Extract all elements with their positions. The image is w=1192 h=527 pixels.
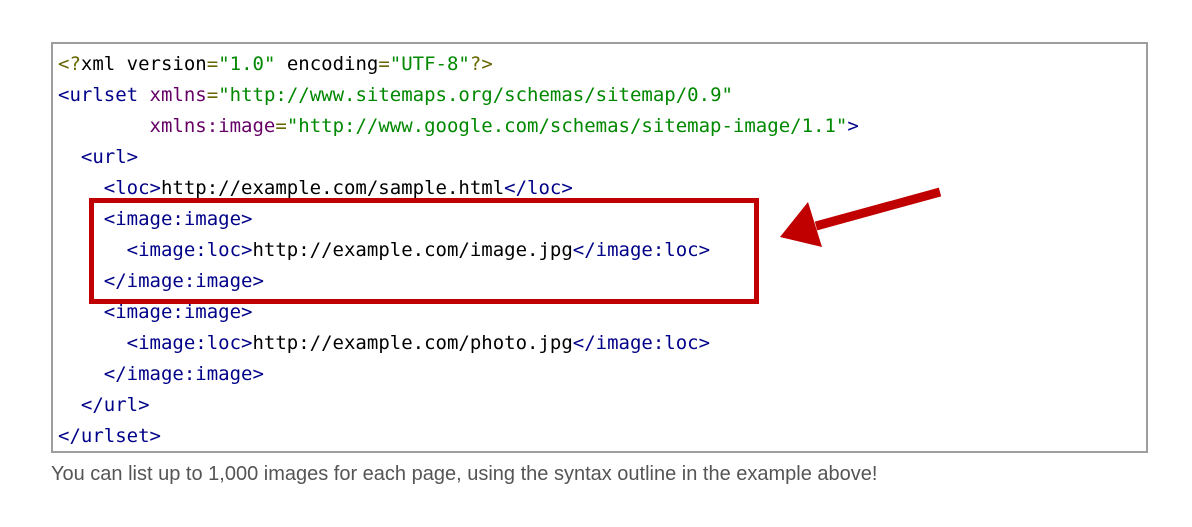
- code-token: xml version: [80, 53, 207, 75]
- code-token: "http://www.google.com/schemas/sitemap-i…: [286, 115, 848, 137]
- code-token: </loc>: [504, 177, 573, 199]
- code-token: xmlns:image: [149, 115, 276, 137]
- code-token: <url>: [80, 146, 139, 168]
- code-token: <image:image>: [103, 301, 253, 323]
- code-token: encoding: [275, 53, 379, 75]
- code-line: </url>: [58, 390, 859, 421]
- code-line: </urlset>: [58, 421, 859, 452]
- code-token: =: [206, 53, 219, 75]
- code-token: <?: [58, 53, 81, 75]
- code-token: =: [378, 53, 390, 75]
- code-line: <image:loc>http://example.com/photo.jpg<…: [58, 328, 859, 359]
- code-token: <loc>: [103, 177, 161, 199]
- code-token: http://example.com/photo.jpg: [252, 332, 573, 354]
- code-token: "1.0": [218, 53, 276, 75]
- caption-text: You can list up to 1,000 images for each…: [51, 463, 878, 485]
- code-line: xmlns:image="http://www.google.com/schem…: [58, 111, 859, 142]
- code-token: </image:loc>: [572, 332, 711, 354]
- code-token: <image:loc>: [126, 332, 253, 354]
- code-line: <urlset xmlns="http://www.sitemaps.org/s…: [58, 80, 859, 111]
- code-token: </urlset>: [58, 425, 161, 447]
- arrow-left-icon: [780, 187, 942, 247]
- code-line: <url>: [58, 142, 859, 173]
- code-token: =: [275, 115, 287, 137]
- code-token: </url>: [80, 394, 150, 416]
- code-line: </image:image>: [58, 359, 859, 390]
- arrow-shaft: [814, 187, 942, 231]
- code-line: <?xml version="1.0" encoding="UTF-8"?>: [58, 49, 859, 80]
- code-token: ?>: [469, 53, 493, 75]
- code-token: =: [206, 84, 219, 106]
- code-token: </image:image>: [103, 363, 264, 385]
- highlight-box: [89, 198, 759, 304]
- code-token: "http://www.sitemaps.org/schemas/sitemap…: [218, 84, 733, 106]
- code-token: >: [847, 115, 859, 137]
- code-token: http://example.com/sample.html: [160, 177, 505, 199]
- code-token: xmlns: [149, 84, 207, 106]
- code-token: "UTF-8": [389, 53, 470, 75]
- code-token: <urlset: [58, 84, 139, 106]
